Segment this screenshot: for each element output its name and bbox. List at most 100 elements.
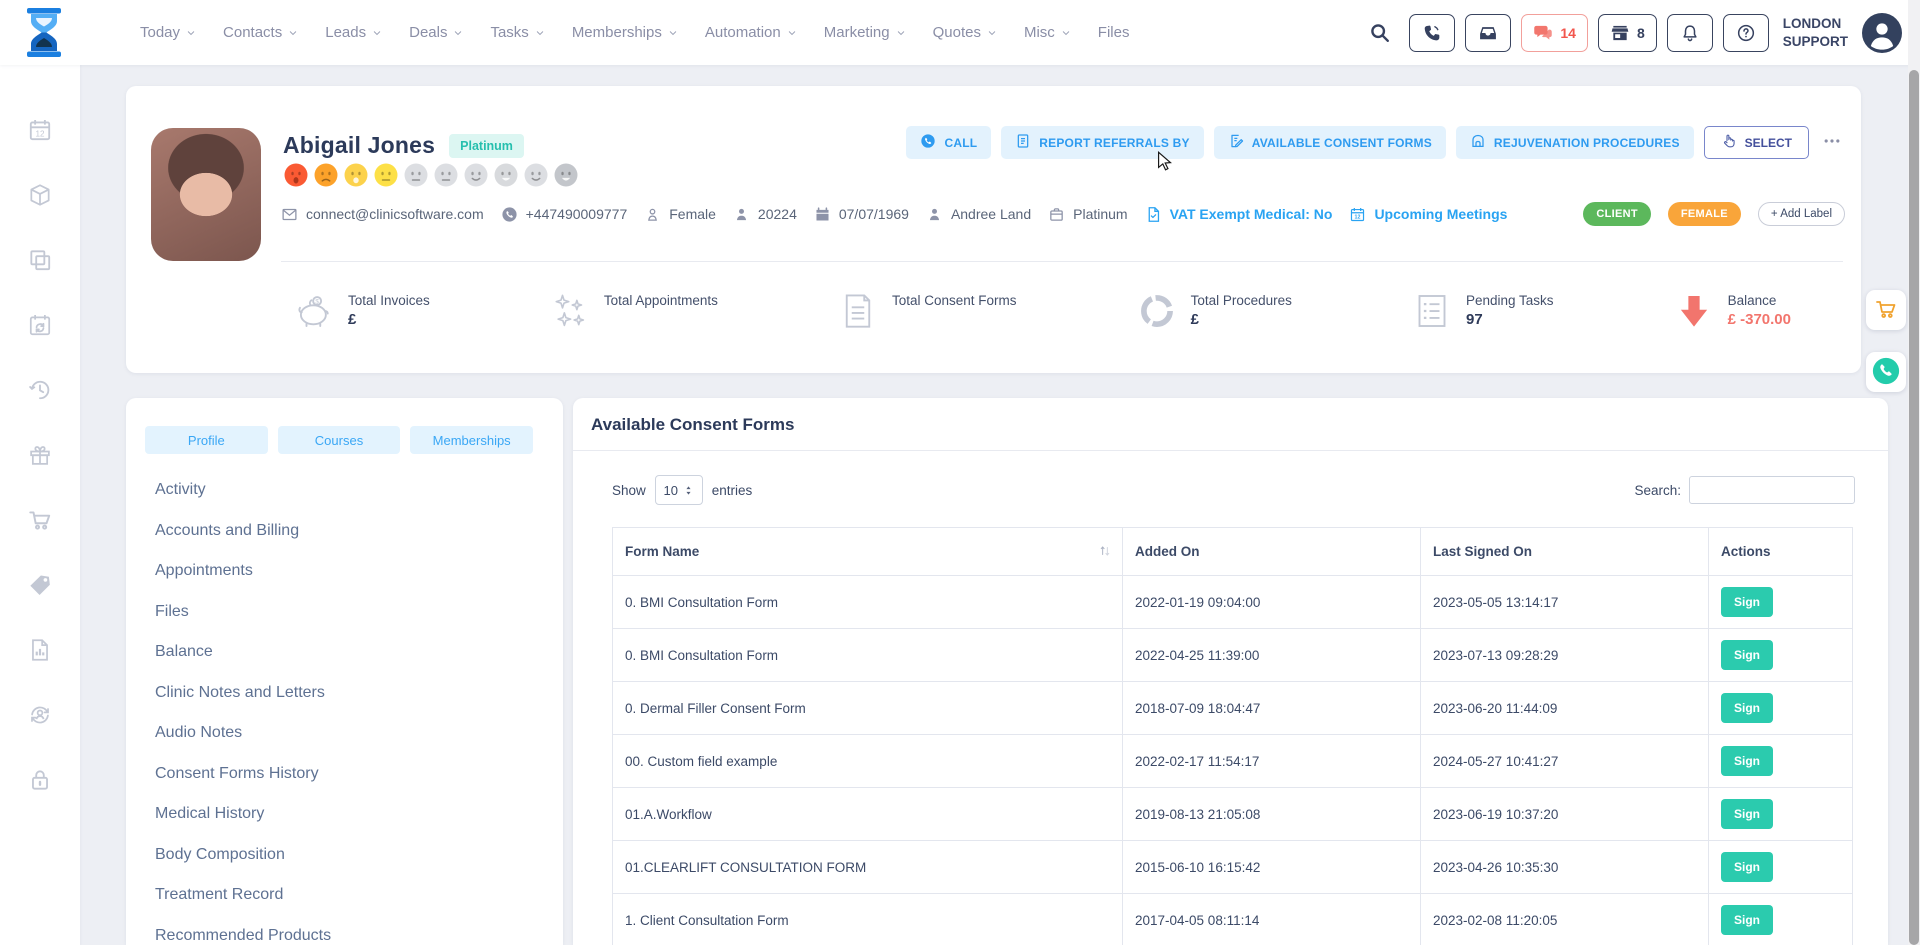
help-button[interactable] (1723, 14, 1769, 52)
label-client[interactable]: CLIENT (1583, 202, 1651, 226)
mood-face-10[interactable] (553, 162, 579, 188)
stat-balance: Balance £ -370.00 (1674, 291, 1791, 331)
menu-item-consent-forms-history[interactable]: Consent Forms History (145, 754, 533, 795)
mood-face-5[interactable] (403, 162, 429, 188)
menu-item-audio-notes[interactable]: Audio Notes (145, 713, 533, 754)
sparkles-icon (550, 291, 590, 331)
user-avatar[interactable] (1862, 13, 1902, 53)
select-button[interactable]: SELECT (1704, 126, 1809, 159)
sign-button[interactable]: Sign (1721, 746, 1773, 776)
rejuvenation-procedures-button[interactable]: REJUVENATION PROCEDURES (1456, 126, 1694, 159)
mood-face-8[interactable] (493, 162, 519, 188)
svg-text:$: $ (315, 298, 319, 305)
consent-forms-table: Form NameAdded OnLast Signed OnActions 0… (612, 527, 1853, 945)
package-icon[interactable] (27, 182, 53, 208)
menu-item-accounts-and-billing[interactable]: Accounts and Billing (145, 511, 533, 552)
upcoming-meetings-link[interactable]: 12Upcoming Meetings (1349, 206, 1507, 223)
menu-item-medical-history[interactable]: Medical History (145, 794, 533, 835)
inbox-button[interactable] (1465, 14, 1511, 52)
stat-total-appointments: Total Appointments (550, 291, 718, 331)
nav-item-deals[interactable]: Deals (409, 24, 463, 41)
report-icon[interactable] (27, 637, 53, 663)
menu-item-files[interactable]: Files (145, 592, 533, 633)
menu-item-recommended-products[interactable]: Recommended Products (145, 916, 533, 945)
chat-button[interactable]: 14 (1521, 14, 1588, 52)
sign-button[interactable]: Sign (1721, 693, 1773, 723)
nav-item-files[interactable]: Files (1098, 24, 1130, 41)
mood-face-3[interactable] (343, 162, 369, 188)
nav-item-automation[interactable]: Automation (705, 24, 797, 41)
phone-button[interactable] (1409, 14, 1455, 52)
cart-icon (1874, 297, 1898, 324)
sign-button[interactable]: Sign (1721, 799, 1773, 829)
gift-icon[interactable] (27, 442, 53, 468)
whatsapp-button[interactable] (1866, 352, 1906, 392)
mood-face-1[interactable] (283, 162, 309, 188)
chevron-down-icon (186, 28, 196, 38)
call-button[interactable]: CALL (906, 126, 991, 159)
nav-item-contacts[interactable]: Contacts (223, 24, 298, 41)
last-signed-cell: 2024-05-27 10:41:27 (1421, 735, 1709, 788)
menu-item-body-composition[interactable]: Body Composition (145, 835, 533, 876)
nav-item-quotes[interactable]: Quotes (933, 24, 997, 41)
search-icon[interactable] (1369, 22, 1391, 44)
tab-courses[interactable]: Courses (278, 426, 401, 454)
sign-button[interactable]: Sign (1721, 852, 1773, 882)
price-tag-icon[interactable] (27, 572, 53, 598)
notifications-button[interactable] (1667, 14, 1713, 52)
client-sync-icon[interactable] (27, 702, 53, 728)
nav-item-marketing[interactable]: Marketing (824, 24, 906, 41)
calendar-icon[interactable]: 12 (27, 117, 53, 143)
history-icon[interactable] (27, 377, 53, 403)
piggy-bank-icon: $ (294, 291, 334, 331)
menu-item-balance[interactable]: Balance (145, 632, 533, 673)
menu-item-clinic-notes-and-letters[interactable]: Clinic Notes and Letters (145, 673, 533, 714)
label-female[interactable]: FEMALE (1668, 202, 1741, 226)
app-logo-icon[interactable] (24, 8, 64, 57)
page-size-select[interactable]: 10 (655, 475, 703, 505)
lock-icon[interactable] (27, 767, 53, 793)
mood-face-7[interactable] (463, 162, 489, 188)
form-name-cell: 0. Dermal Filler Consent Form (613, 682, 1123, 735)
mood-face-2[interactable] (313, 162, 339, 188)
more-options-button[interactable] (1819, 131, 1845, 154)
recurring-calendar-icon[interactable] (27, 312, 53, 338)
available-consent-forms-button[interactable]: AVAILABLE CONSENT FORMS (1214, 126, 1446, 159)
menu-item-appointments[interactable]: Appointments (145, 551, 533, 592)
tab-memberships[interactable]: Memberships (410, 426, 533, 454)
table-search-input[interactable] (1689, 476, 1855, 504)
column-header-form-name[interactable]: Form Name (613, 528, 1123, 576)
mood-face-9[interactable] (523, 162, 549, 188)
column-header-added-on[interactable]: Added On (1123, 528, 1421, 576)
nav-item-today[interactable]: Today (140, 24, 196, 41)
sign-button[interactable]: Sign (1721, 905, 1773, 935)
table-row: 0. BMI Consultation Form 2022-01-19 09:0… (613, 576, 1853, 629)
mood-face-4[interactable] (373, 162, 399, 188)
add-label-button[interactable]: + Add Label (1758, 202, 1845, 226)
cart-icon[interactable] (27, 507, 53, 533)
mood-face-6[interactable] (433, 162, 459, 188)
svg-text:12: 12 (1355, 214, 1361, 220)
scrollbar-thumb[interactable] (1909, 70, 1919, 945)
mood-rating-scale (283, 162, 579, 188)
menu-item-treatment-record[interactable]: Treatment Record (145, 875, 533, 916)
nav-item-misc[interactable]: Misc (1024, 24, 1071, 41)
store-button[interactable]: 8 (1598, 14, 1657, 52)
column-header-actions: Actions (1709, 528, 1853, 576)
menu-item-activity[interactable]: Activity (145, 470, 533, 511)
report-referrals-button[interactable]: REPORT REFERRALS BY (1001, 126, 1203, 159)
vat-exempt-link[interactable]: VAT Exempt Medical: No (1145, 206, 1333, 223)
sign-button[interactable]: Sign (1721, 640, 1773, 670)
tier-badge: Platinum (449, 134, 524, 158)
page-scrollbar[interactable] (1908, 0, 1920, 945)
sign-button[interactable]: Sign (1721, 587, 1773, 617)
client-id-field: 20224 (733, 206, 797, 223)
envelope-icon (281, 206, 298, 223)
column-header-last-signed-on[interactable]: Last Signed On (1421, 528, 1709, 576)
duplicate-icon[interactable] (27, 247, 53, 273)
nav-item-leads[interactable]: Leads (325, 24, 382, 41)
floating-cart-button[interactable] (1866, 290, 1906, 330)
nav-item-memberships[interactable]: Memberships (572, 24, 678, 41)
tab-profile[interactable]: Profile (145, 426, 268, 454)
nav-item-tasks[interactable]: Tasks (490, 24, 544, 41)
